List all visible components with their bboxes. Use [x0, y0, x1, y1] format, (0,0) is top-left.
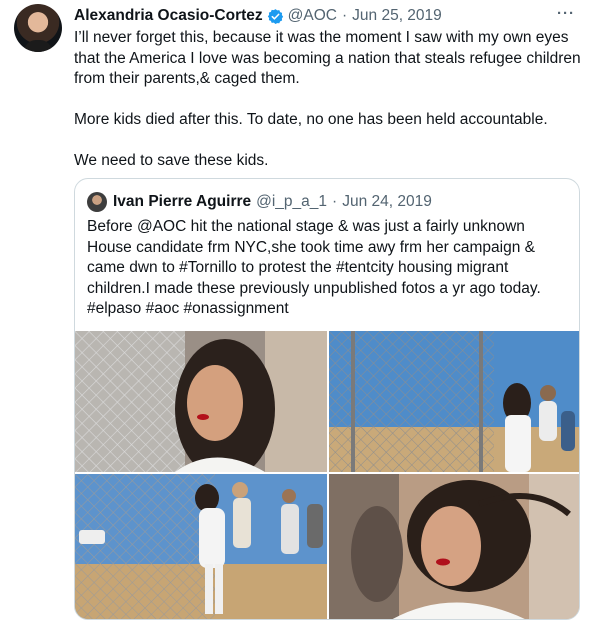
photo-4[interactable] [329, 474, 579, 619]
photo-grid [75, 331, 579, 619]
separator-dot: · [341, 7, 348, 24]
quoted-author-handle: @i_p_a_1 [256, 193, 328, 210]
quoted-separator-dot: · [332, 193, 338, 210]
quoted-tweet[interactable]: Ivan Pierre Aguirre @i_p_a_1 · Jun 24, 2… [74, 178, 580, 620]
author-avatar[interactable] [14, 4, 62, 52]
tweet-paragraph: I’ll never forget this, because it was t… [74, 29, 581, 87]
author-name[interactable]: Alexandria Ocasio-Cortez [74, 7, 263, 25]
photo-3[interactable] [75, 474, 327, 619]
quoted-author-avatar [87, 192, 107, 212]
photo-1[interactable] [75, 331, 327, 472]
tweet-paragraph: We need to save these kids. [74, 152, 269, 169]
quoted-tweet-date: Jun 24, 2019 [342, 193, 432, 210]
tweet-date[interactable]: Jun 25, 2019 [352, 7, 442, 25]
tweet: Alexandria Ocasio-Cortez @AOC · Jun 25, … [0, 0, 595, 622]
quoted-tweet-header: Ivan Pierre Aguirre @i_p_a_1 · Jun 24, 2… [87, 191, 432, 213]
tweet-paragraph: More kids died after this. To date, no o… [74, 111, 548, 128]
photo-2[interactable] [329, 331, 579, 472]
quoted-tweet-text: Before @AOC hit the national stage & was… [87, 218, 541, 317]
tweet-header: Alexandria Ocasio-Cortez @AOC · Jun 25, … [74, 5, 575, 27]
more-options-icon[interactable]: ··· [557, 5, 575, 22]
tweet-text: I’ll never forget this, because it was t… [74, 28, 584, 192]
verified-badge-icon [267, 8, 283, 24]
author-handle[interactable]: @AOC [288, 7, 337, 25]
quoted-author-name: Ivan Pierre Aguirre [113, 193, 252, 210]
